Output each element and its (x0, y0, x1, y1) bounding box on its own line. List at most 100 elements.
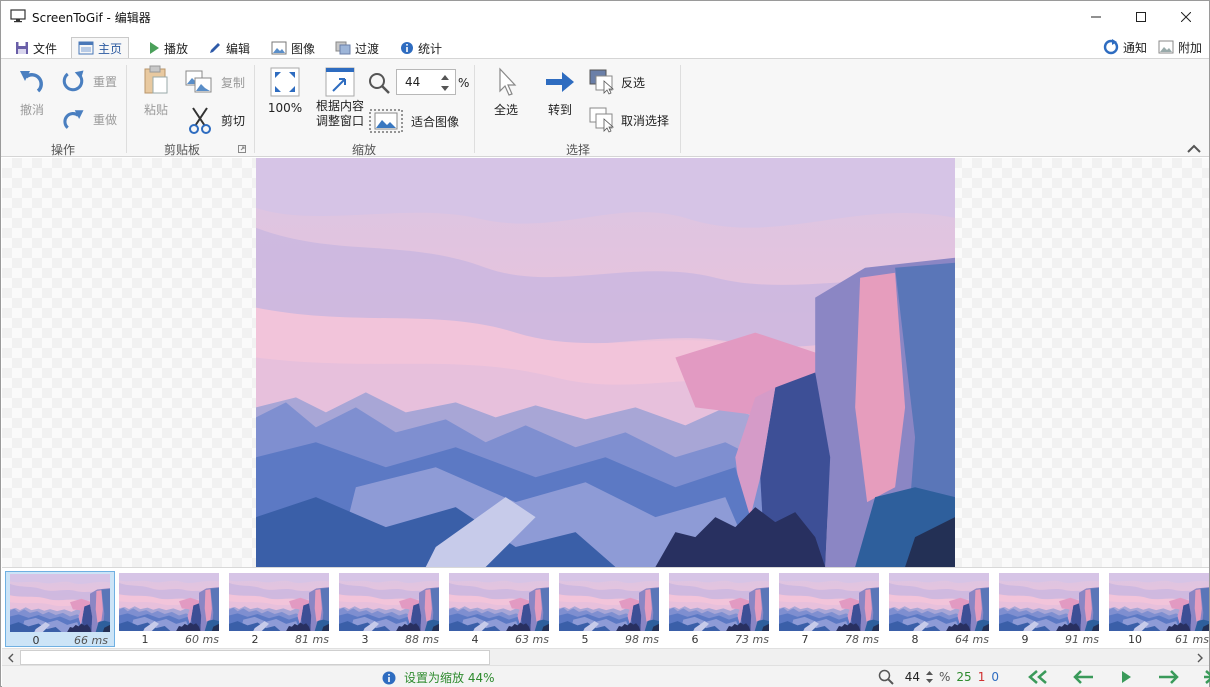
tab-statistics[interactable]: 统计 (394, 37, 448, 59)
frame-thumbnail-9[interactable]: 9 91 ms (995, 571, 1105, 647)
chevron-right-icon (1197, 653, 1203, 662)
extras-button[interactable]: 附加 (1158, 37, 1202, 57)
collapse-ribbon-icon[interactable] (1187, 144, 1201, 154)
dialog-launcher-icon[interactable] (238, 145, 246, 153)
minimize-button[interactable] (1073, 1, 1119, 32)
first-frame-icon[interactable] (1025, 670, 1051, 684)
zoom-value: 44 (405, 75, 421, 89)
frame-preview (229, 573, 329, 631)
frame-index: 7 (801, 633, 809, 646)
cut-button[interactable]: 剪切 (187, 106, 245, 134)
fit-image-button[interactable]: 适合图像 (369, 109, 459, 133)
group-divider (254, 65, 255, 153)
group-divider (680, 65, 681, 153)
redo-button[interactable]: 重做 (59, 105, 117, 133)
frame-thumbnail-7[interactable]: 7 78 ms (775, 571, 885, 647)
current-frame-image (256, 158, 955, 567)
frame-duration: 61 ms (1175, 633, 1209, 646)
chevron-left-icon (7, 653, 13, 662)
frame-preview (999, 573, 1099, 631)
frame-duration: 88 ms (405, 633, 439, 646)
spinner-arrows-icon[interactable] (441, 73, 449, 93)
goto-button[interactable]: 转到 (544, 67, 576, 118)
zoom-percent-label: % (458, 76, 470, 90)
pencil-icon (210, 43, 220, 53)
frame-thumbnail-4[interactable]: 4 63 ms (445, 571, 555, 647)
frame-duration: 60 ms (185, 633, 219, 646)
zoom-input[interactable]: 44 (396, 69, 456, 95)
frame-preview (339, 573, 439, 631)
frame-index: 0 (32, 634, 40, 647)
frame-thumbnail-6[interactable]: 6 73 ms (665, 571, 775, 647)
tab-file[interactable]: 文件 (9, 37, 63, 59)
tab-home[interactable]: 主页 (71, 37, 130, 59)
tab-playback[interactable]: 播放 (142, 37, 194, 59)
reset-button[interactable]: 重置 (59, 67, 117, 95)
frame-thumbnail-0[interactable]: 0 66 ms (5, 571, 115, 647)
tab-label: 统计 (418, 41, 443, 56)
tab-image[interactable]: 图像 (265, 37, 321, 59)
frame-thumbnail-1[interactable]: 1 60 ms (115, 571, 225, 647)
selected-frames-count: 1 (977, 670, 986, 684)
deselect-icon (589, 107, 615, 133)
cursor-icon (499, 67, 517, 96)
extras-label: 附加 (1178, 40, 1203, 55)
fit-image-label: 适合图像 (411, 114, 460, 129)
maximize-button[interactable] (1118, 1, 1164, 32)
frame-thumbnail-2[interactable]: 2 81 ms (225, 571, 335, 647)
play-frames-icon[interactable] (1117, 670, 1135, 684)
undo-button[interactable]: 撤消 (15, 65, 49, 118)
copy-icon (185, 70, 212, 93)
scroll-thumb[interactable] (20, 650, 490, 665)
clipboard-group-label: 剪贴板 (163, 143, 200, 157)
copy-label: 复制 (221, 75, 246, 90)
scroll-right-button[interactable] (1191, 649, 1208, 666)
frame-index: 5 (581, 633, 589, 646)
landscape-frame (256, 158, 955, 567)
ribbon-tab-bar: 文件 主页 播放 编辑 图像 过渡 统计 通知 附加 (1, 35, 1209, 59)
frame-duration: 78 ms (845, 633, 879, 646)
scroll-left-button[interactable] (2, 649, 19, 666)
magnifier-icon (369, 73, 390, 94)
select-all-button[interactable]: 全选 (490, 67, 522, 118)
zoom-100-button[interactable]: 100% (267, 67, 303, 115)
frame-thumbnail-10[interactable]: 10 61 ms (1105, 571, 1209, 647)
notifications-button[interactable]: 通知 (1103, 37, 1147, 57)
reset-label: 重置 (93, 74, 118, 89)
maximize-icon (1136, 11, 1146, 22)
spinner-arrows-icon[interactable] (926, 669, 933, 685)
status-message: 设置为缩放 44% (382, 669, 495, 686)
paste-label: 粘贴 (143, 103, 168, 117)
frame-list-scrollbar[interactable] (2, 648, 1209, 665)
copy-button[interactable]: 复制 (185, 69, 245, 95)
last-frame-icon[interactable] (1201, 670, 1210, 684)
refresh-icon (1103, 39, 1119, 55)
frame-index: 9 (1021, 633, 1029, 646)
inverse-select-button[interactable]: 反选 (589, 69, 645, 95)
close-button[interactable] (1163, 1, 1209, 32)
frame-thumbnail-8[interactable]: 8 64 ms (885, 571, 995, 647)
frame-list[interactable]: 0 66 ms 1 60 ms 2 81 ms 3 88 ms 4 63 ms … (2, 567, 1209, 648)
cut-label: 剪切 (221, 113, 246, 128)
transition-icon (335, 41, 351, 55)
status-zoom-value[interactable]: 44 (900, 670, 920, 684)
frame-duration: 98 ms (625, 633, 659, 646)
deselect-button[interactable]: 取消选择 (589, 107, 669, 133)
frame-thumbnail-3[interactable]: 3 88 ms (335, 571, 445, 647)
next-frame-icon[interactable] (1157, 670, 1179, 684)
close-icon (1181, 11, 1191, 22)
info-icon (382, 671, 396, 684)
tab-edit[interactable]: 编辑 (202, 37, 256, 59)
fit-window-button[interactable]: 根据内容 调整窗口 (313, 67, 367, 129)
extras-image-icon (1158, 40, 1174, 54)
previous-frame-icon[interactable] (1073, 670, 1095, 684)
arrow-right-icon (546, 72, 574, 92)
frame-thumbnail-5[interactable]: 5 98 ms (555, 571, 665, 647)
frame-index: 1 (141, 633, 149, 646)
frame-duration: 73 ms (735, 633, 769, 646)
tab-transitions[interactable]: 过渡 (329, 37, 385, 59)
frame-preview (669, 573, 769, 631)
ribbon-home: 撤消 重置 重做 操作 粘贴 复制 剪切 剪贴板 100% 根据内容 调整窗口 … (1, 58, 1209, 157)
select-all-label: 全选 (493, 103, 518, 117)
paste-button[interactable]: 粘贴 (139, 65, 173, 118)
